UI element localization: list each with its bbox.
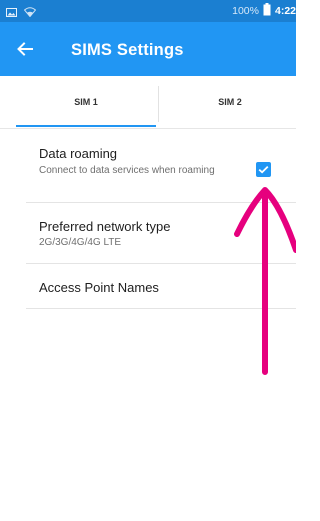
arrow-up-icon bbox=[234, 187, 296, 375]
